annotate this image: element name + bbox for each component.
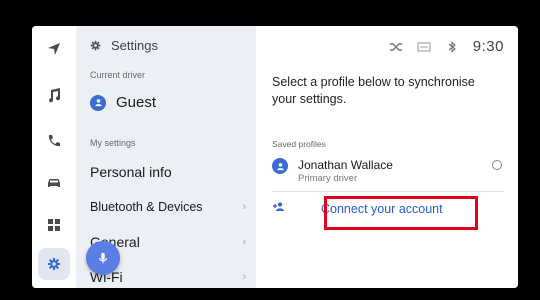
profile-name: Jonathan Wallace — [298, 158, 393, 172]
avatar — [90, 94, 106, 111]
my-settings-label: My settings — [90, 138, 136, 148]
highlight-box — [324, 196, 478, 230]
menu-item-label: Personal info — [90, 164, 172, 180]
navigation-icon[interactable] — [43, 38, 65, 60]
current-driver-name: Guest — [116, 94, 157, 111]
microphone-icon — [98, 252, 108, 264]
menu-item-label: Bluetooth & Devices — [90, 200, 203, 214]
menu-item-bluetooth-devices[interactable]: Bluetooth & Devices › — [90, 200, 250, 214]
profile-radio-button[interactable] — [492, 160, 502, 170]
voice-assistant-button[interactable] — [86, 241, 120, 275]
chevron-right-icon: › — [242, 271, 246, 283]
chevron-right-icon: › — [242, 201, 246, 213]
menu-item-personal-info[interactable]: Personal info — [90, 164, 250, 180]
saved-profiles-label: Saved profiles — [272, 139, 326, 149]
gear-icon — [90, 40, 101, 51]
apps-icon[interactable] — [43, 214, 65, 236]
settings-title: Settings — [111, 38, 158, 53]
profile-role: Primary driver — [298, 173, 358, 184]
music-icon[interactable] — [43, 84, 65, 106]
connect-account-row[interactable]: Connect your account — [272, 196, 478, 230]
signal-icon — [417, 42, 431, 51]
current-driver-row[interactable]: Guest — [90, 94, 156, 111]
profile-sync-panel: 9:30 Select a profile below to synchroni… — [256, 26, 518, 288]
current-driver-label: Current driver — [90, 70, 146, 80]
phone-icon[interactable] — [43, 130, 65, 152]
add-user-icon — [273, 202, 284, 211]
saved-profile-row[interactable]: Jonathan Wallace Primary driver — [272, 158, 504, 192]
car-icon[interactable] — [43, 171, 65, 193]
bluetooth-icon — [448, 40, 456, 53]
avatar — [272, 158, 288, 174]
chevron-right-icon: › — [242, 236, 246, 248]
menu-item-wifi[interactable]: Wi-Fi › — [90, 269, 250, 285]
infotainment-screen: Settings Current driver Guest My setting… — [32, 26, 518, 288]
instruction-text: Select a profile below to synchronise yo… — [272, 75, 475, 106]
settings-rail-button[interactable] — [38, 248, 70, 280]
status-bar: 9:30 — [389, 38, 504, 55]
shuffle-off-icon — [389, 42, 402, 51]
settings-icon — [47, 257, 61, 271]
settings-header: Settings — [90, 38, 158, 53]
clock: 9:30 — [472, 38, 504, 55]
nav-rail — [32, 26, 76, 288]
